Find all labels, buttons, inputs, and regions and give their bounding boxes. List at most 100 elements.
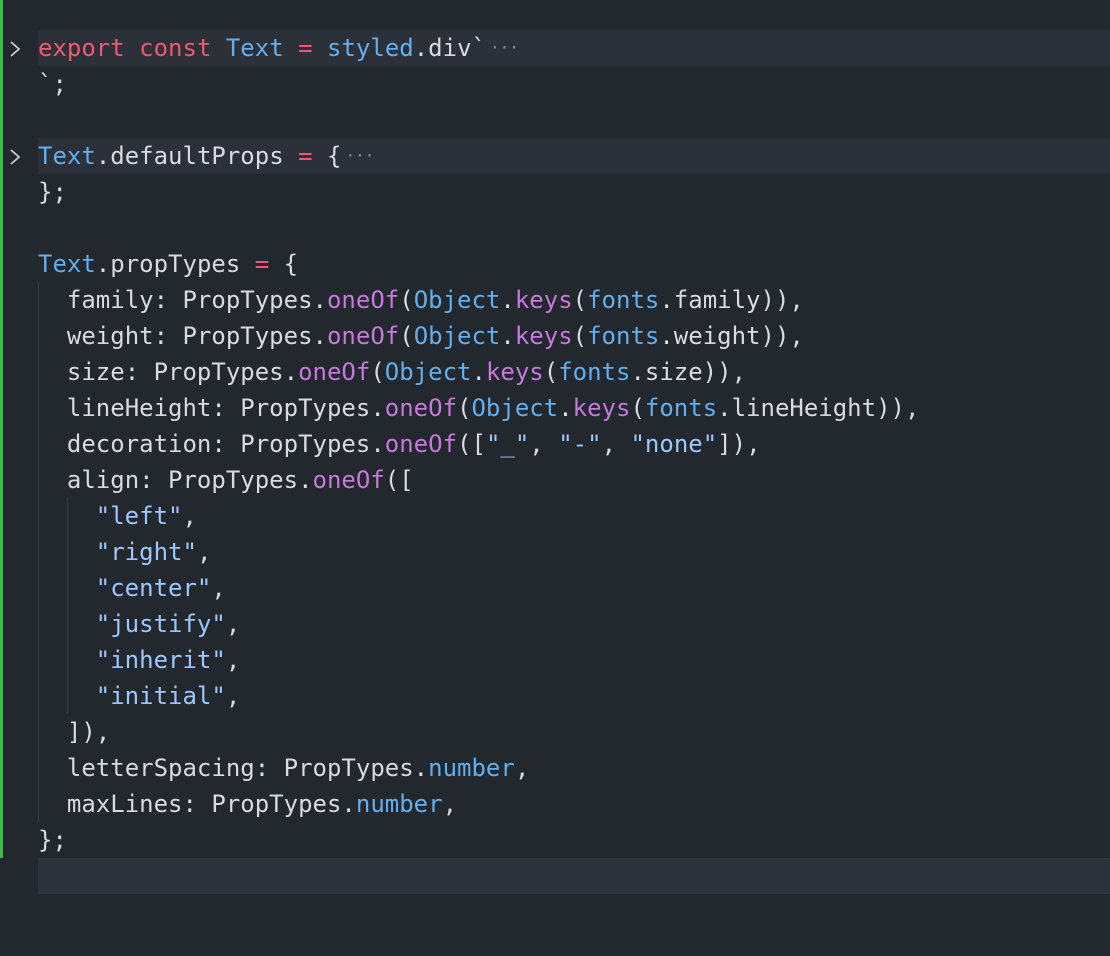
code-token: ( [399, 322, 414, 350]
code-text: "inherit", [38, 642, 240, 678]
code-line[interactable]: Text.propTypes = { [0, 246, 1110, 282]
code-token: oneOf [326, 322, 400, 350]
code-token: keys [485, 358, 544, 386]
code-line[interactable] [0, 210, 1110, 246]
code-token: ( [572, 286, 588, 314]
code-token: , [529, 430, 559, 458]
code-line[interactable]: weight: PropTypes.oneOf(Object.keys(font… [0, 318, 1110, 354]
code-token: . [471, 358, 486, 386]
code-token: "none" [630, 430, 718, 458]
code-line[interactable]: }; [0, 174, 1110, 210]
code-token: , [514, 754, 530, 782]
code-token: { [312, 142, 342, 170]
code-line[interactable]: "center", [0, 570, 1110, 606]
code-token: Text [38, 142, 96, 170]
code-token: keys [572, 394, 631, 422]
code-token: Object [413, 286, 501, 314]
code-token: }; [38, 178, 67, 206]
code-token: export [38, 34, 125, 62]
code-token: "_" [485, 430, 530, 458]
code-line[interactable]: "inherit", [0, 642, 1110, 678]
code-text: lineHeight: PropTypes.oneOf(Object.keys(… [38, 390, 919, 426]
code-token: "justify" [95, 610, 226, 638]
indent-guide [66, 606, 96, 642]
code-text: size: PropTypes.oneOf(Object.keys(fonts.… [38, 354, 746, 390]
indent-guide [38, 678, 67, 714]
indent-guide [38, 606, 67, 642]
code-token: "right" [95, 538, 197, 566]
code-line[interactable]: family: PropTypes.oneOf(Object.keys(font… [0, 282, 1110, 318]
code-text: `; [38, 66, 67, 102]
code-token: number [355, 790, 443, 818]
code-token: { [269, 250, 299, 278]
indent-guide [66, 534, 96, 570]
code-token: ]), [717, 430, 761, 458]
code-line[interactable]: "initial", [0, 678, 1110, 714]
indent-guide [38, 534, 67, 570]
code-text: ]), [38, 714, 110, 750]
code-token: ([ [457, 430, 486, 458]
folded-code-line[interactable]: export const Text = styled.div` ··· [0, 30, 1110, 66]
fold-ellipsis-marker[interactable]: ··· [490, 38, 519, 57]
code-line[interactable]: "justify", [0, 606, 1110, 642]
code-token: decoration: PropTypes. [66, 430, 385, 458]
code-token: oneOf [384, 394, 458, 422]
code-token: .lineHeight)), [717, 394, 920, 422]
code-token: , [196, 538, 212, 566]
code-token: keys [514, 322, 573, 350]
code-token: ]), [66, 718, 111, 746]
chevron-right-icon[interactable] [8, 30, 28, 66]
code-token: `; [38, 70, 67, 98]
code-token: .size)), [630, 358, 747, 386]
code-line[interactable]: ]), [0, 714, 1110, 750]
code-token: . [500, 286, 515, 314]
current-line[interactable] [0, 858, 1110, 894]
indent-guide [38, 714, 67, 750]
code-text: weight: PropTypes.oneOf(Object.keys(font… [38, 318, 804, 354]
code-line[interactable]: letterSpacing: PropTypes.number, [0, 750, 1110, 786]
code-token: letterSpacing: PropTypes. [66, 754, 429, 782]
code-token: "center" [95, 574, 212, 602]
code-token: family: PropTypes. [66, 286, 327, 314]
fold-ellipsis-marker[interactable]: ··· [345, 146, 374, 165]
code-token: Object [413, 322, 501, 350]
code-text: family: PropTypes.oneOf(Object.keys(font… [38, 282, 804, 318]
code-token: , [225, 682, 241, 710]
code-token: fonts [587, 322, 660, 350]
code-line[interactable]: align: PropTypes.oneOf([ [0, 462, 1110, 498]
code-token: ( [630, 394, 645, 422]
code-text: }; [38, 174, 67, 210]
code-token: lineHeight: PropTypes. [66, 394, 385, 422]
code-token: styled [327, 34, 414, 62]
code-text: letterSpacing: PropTypes.number, [38, 750, 529, 786]
code-text: "left", [38, 498, 197, 534]
code-text: "justify", [38, 606, 240, 642]
code-line[interactable]: lineHeight: PropTypes.oneOf(Object.keys(… [0, 390, 1110, 426]
indent-guide [38, 390, 67, 426]
code-token: fonts [558, 358, 631, 386]
code-line[interactable]: decoration: PropTypes.oneOf(["_", "-", "… [0, 426, 1110, 462]
code-token: .weight)), [659, 322, 804, 350]
code-line[interactable]: "left", [0, 498, 1110, 534]
code-token: weight: PropTypes. [66, 322, 327, 350]
code-line[interactable]: maxLines: PropTypes.number, [0, 786, 1110, 822]
code-token: oneOf [384, 430, 458, 458]
code-text: export const Text = styled.div` ··· [38, 30, 519, 66]
chevron-right-icon[interactable] [8, 138, 28, 174]
indent-guide [38, 282, 67, 318]
folded-code-line[interactable]: Text.defaultProps = {··· [0, 138, 1110, 174]
code-line[interactable]: "right", [0, 534, 1110, 570]
code-text: align: PropTypes.oneOf([ [38, 462, 414, 498]
code-token: oneOf [298, 358, 371, 386]
code-line[interactable]: `; [0, 66, 1110, 102]
code-line[interactable]: size: PropTypes.oneOf(Object.keys(fonts.… [0, 354, 1110, 390]
code-editor[interactable]: export const Text = styled.div` ··· `; Text… [0, 0, 1110, 956]
code-token: , [182, 502, 197, 530]
code-token: , [225, 610, 241, 638]
code-line[interactable]: }; [0, 822, 1110, 858]
code-text: maxLines: PropTypes.number, [38, 786, 457, 822]
code-line[interactable] [0, 102, 1110, 138]
code-text: "center", [38, 570, 226, 606]
